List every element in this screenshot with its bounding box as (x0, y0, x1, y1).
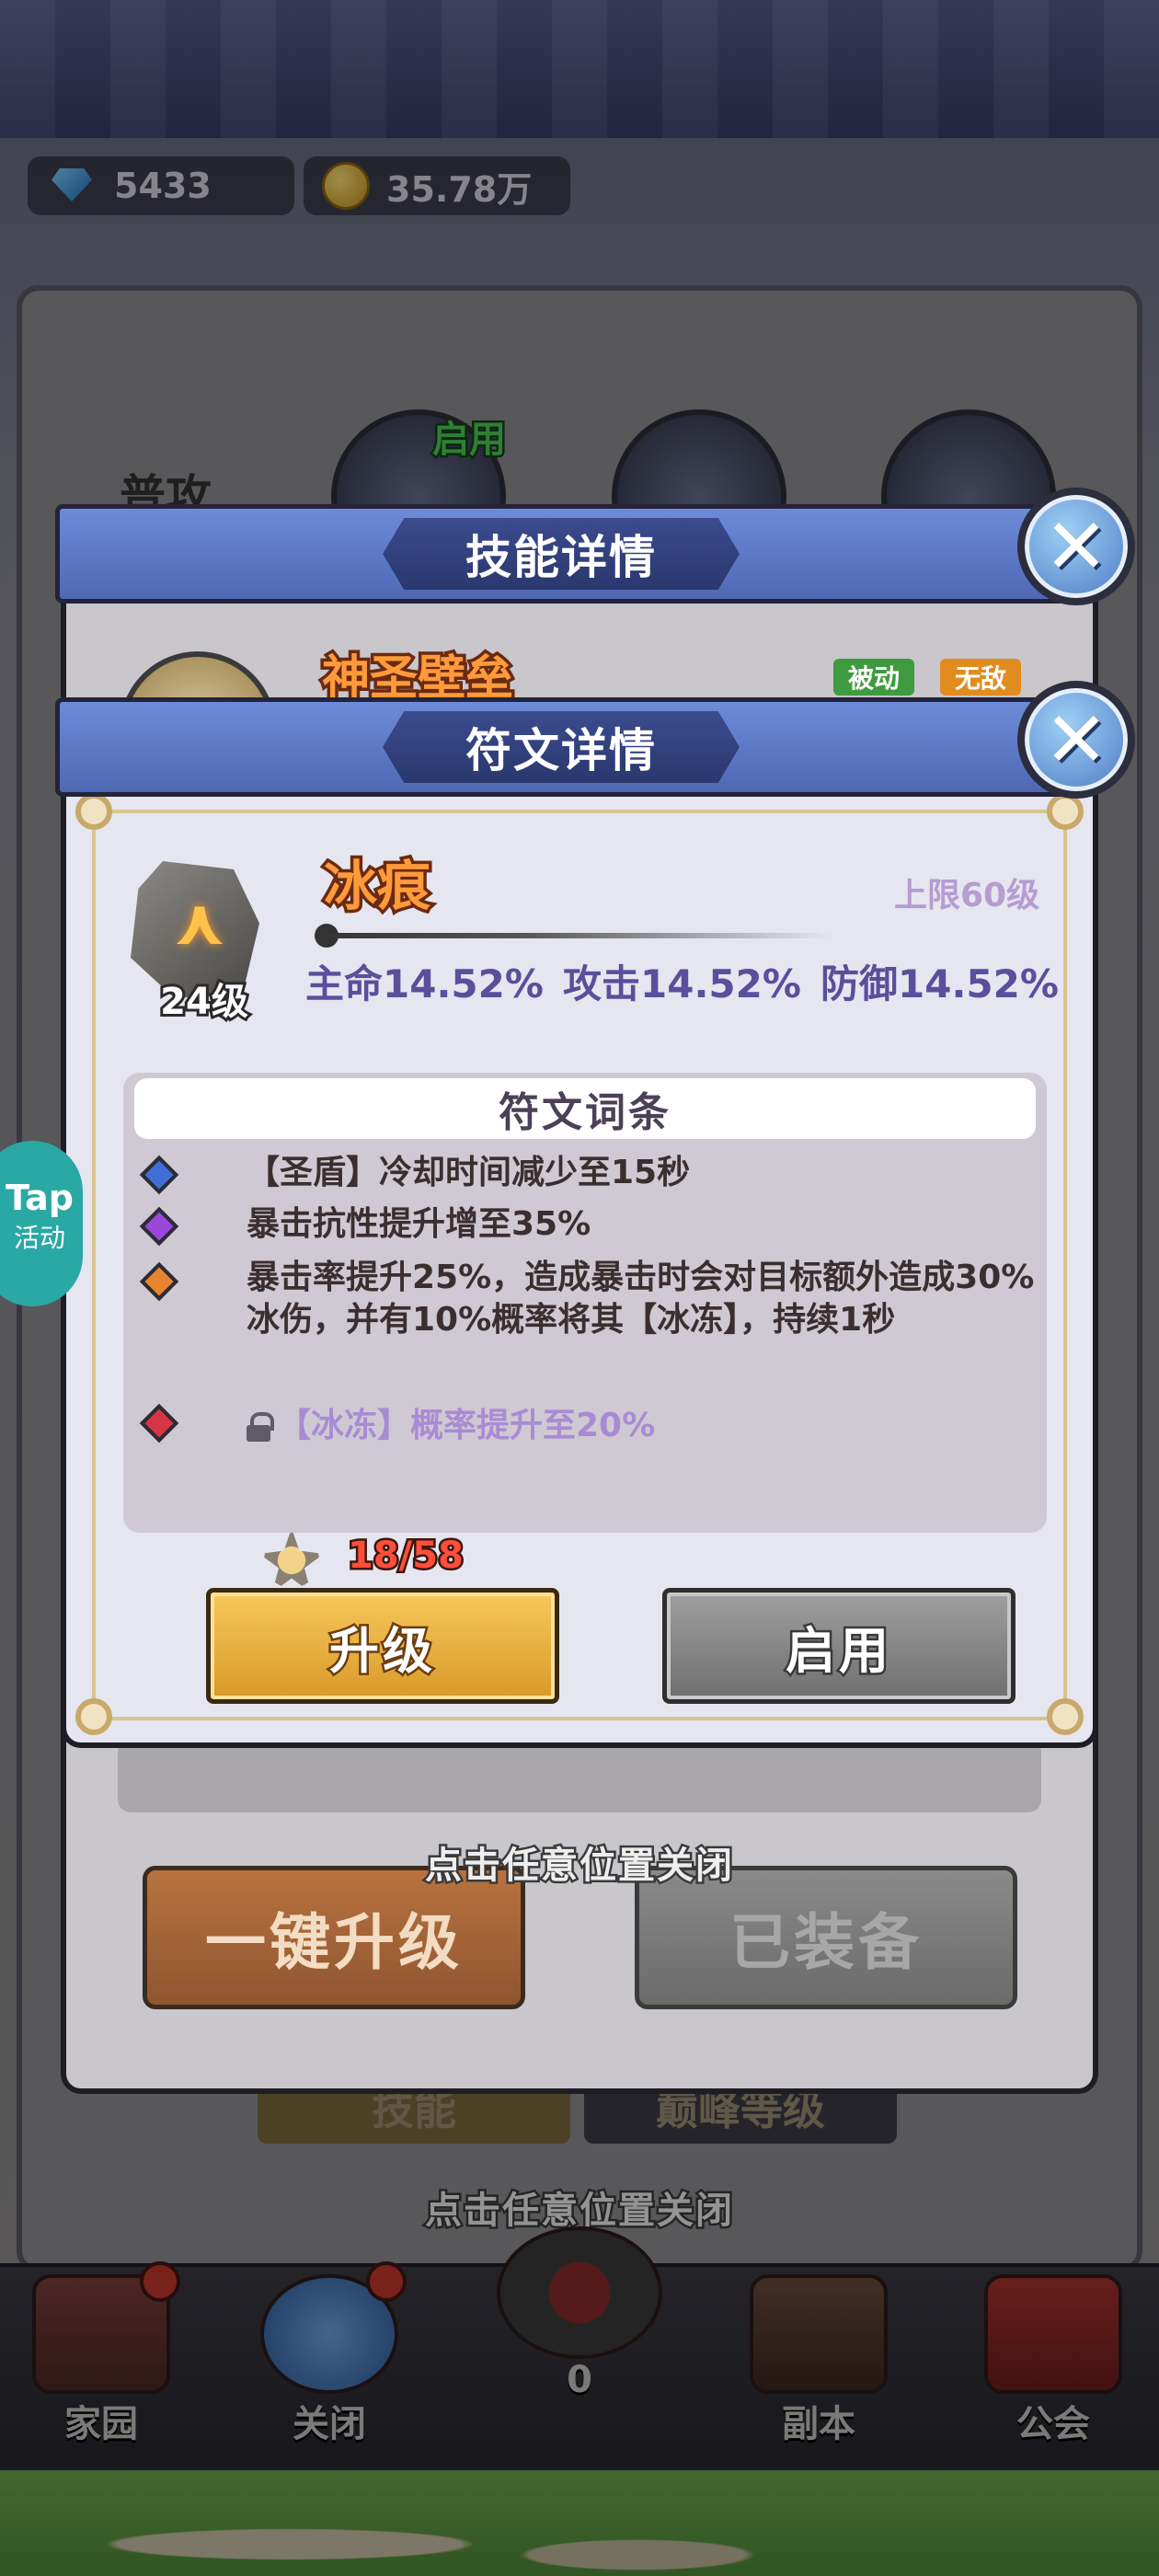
close-icon: ✕ (1043, 501, 1109, 592)
corner-ornament (1047, 793, 1084, 830)
rune-detail-popup: ⋏ 24级 冰痕 上限60级 主命14.52% 攻击14.52% 防御14.52… (61, 699, 1098, 1748)
upgrade-button[interactable]: 升级 (206, 1588, 559, 1704)
close-icon: ✕ (1043, 695, 1109, 785)
stat-hp: 主命14.52% (305, 961, 544, 1006)
affix-item: 暴击率提升25%，造成暴击时会对目标额外造成30%冰伤，并有10%概率将其【冰冻… (247, 1259, 1035, 1339)
rune-detail-title: 符文详情 (383, 711, 740, 783)
material-count: 18/58 (346, 1533, 466, 1580)
skill-info-box (118, 1739, 1041, 1812)
passive-tag: 被动 (833, 659, 915, 696)
rune-max-level: 上限60级 (894, 877, 1040, 914)
tap-event-badge[interactable]: Tap 活动 (0, 1141, 83, 1306)
skill-detail-title: 技能详情 (383, 518, 740, 590)
rune-glyph-icon: ⋏ (173, 884, 226, 960)
affix-item: 【圣盾】冷却时间减少至15秒 (247, 1154, 691, 1191)
rune-level: 24级 (157, 978, 251, 1026)
affix-item: 暴击抗性提升增至35% (247, 1205, 591, 1243)
skill-close-hint[interactable]: 点击任意位置关闭 (0, 1835, 1159, 1890)
skill-close-button[interactable]: ✕ (1017, 488, 1135, 605)
skill-detail-header: 技能详情 (55, 504, 1067, 604)
invincible-tag: 无敌 (940, 659, 1022, 696)
enable-button[interactable]: 启用 (662, 1588, 1016, 1704)
corner-ornament (75, 793, 112, 830)
affix-item-locked: 【冰冻】概率提升至20% (247, 1398, 1038, 1446)
corner-ornament (1047, 1698, 1084, 1735)
corner-ornament (75, 1698, 112, 1735)
rune-affix-title: 符文词条 (134, 1078, 1036, 1139)
rune-close-button[interactable]: ✕ (1017, 681, 1135, 799)
rune-detail-header: 符文详情 (55, 697, 1067, 797)
divider-line (318, 933, 833, 938)
lock-icon (247, 1412, 274, 1442)
stat-attack: 攻击14.52% (563, 961, 801, 1006)
stat-defense: 防御14.52% (820, 961, 1059, 1006)
rune-name: 冰痕 (320, 852, 433, 921)
